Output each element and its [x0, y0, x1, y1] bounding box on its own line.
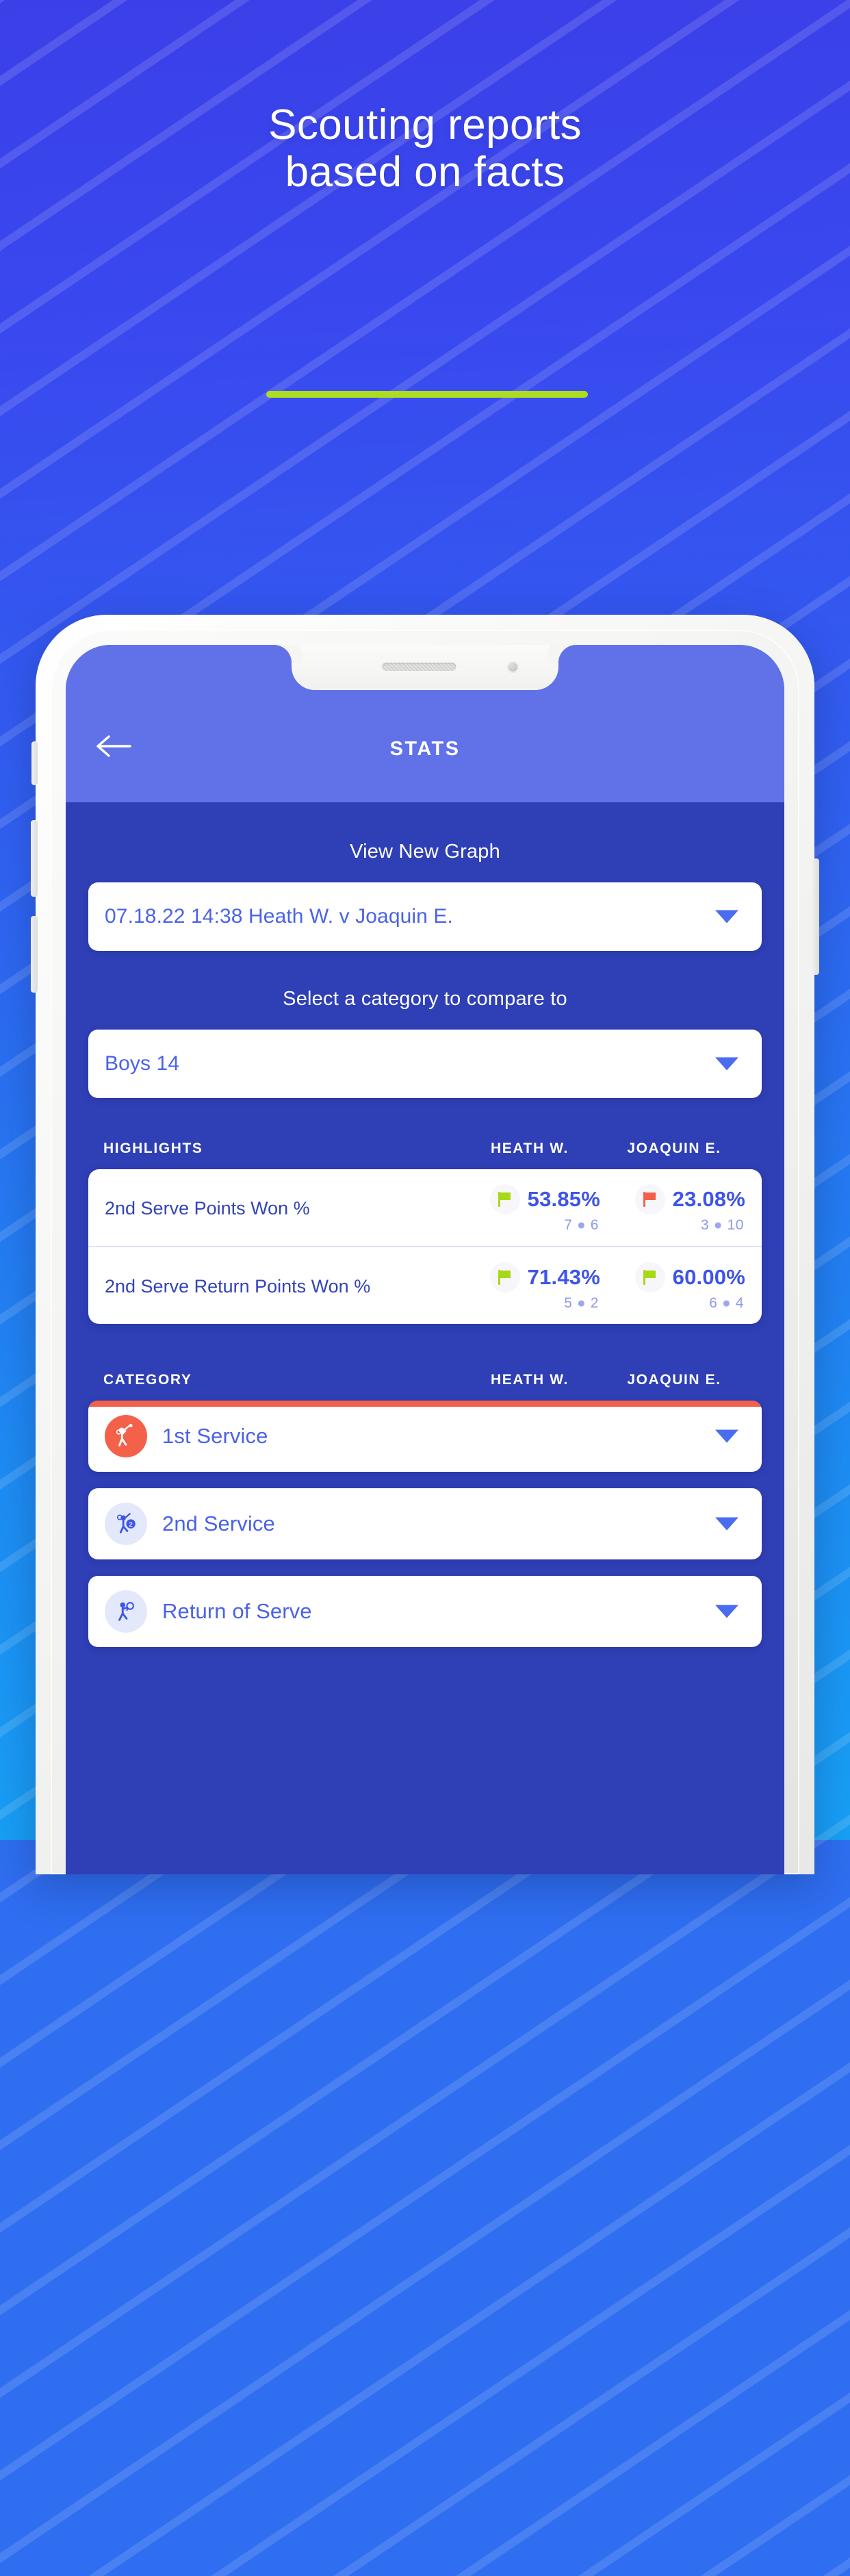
flag-green-icon — [489, 1262, 520, 1292]
category-row-2nd-service[interactable]: 2 2nd Service — [88, 1488, 762, 1559]
category-row-1st-service[interactable]: 1st Service — [88, 1401, 762, 1472]
category-header-player2: JOAQUIN E. — [627, 1372, 721, 1388]
chevron-down-icon[interactable] — [715, 1057, 738, 1071]
table-row[interactable]: 2nd Serve Return Points Won % 71.43% 5 ●… — [88, 1246, 762, 1324]
match-select-value: 07.18.22 14:38 Heath W. v Joaquin E. — [105, 905, 453, 928]
phone-mockup: STATS View New Graph 07.18.22 14:38 Heat… — [31, 615, 819, 1874]
highlights-card: 2nd Serve Points Won % 53.85% 7 ● 6 23.0… — [88, 1169, 762, 1324]
highlight-percent: 53.85% — [527, 1187, 600, 1211]
chevron-down-icon[interactable] — [715, 910, 738, 923]
tennis-return-icon — [105, 1590, 147, 1633]
highlights-header-player2: JOAQUIN E. — [627, 1140, 721, 1156]
phone-volume-down-button[interactable] — [31, 916, 38, 993]
flag-green-icon — [489, 1184, 520, 1214]
app-navbar: STATS — [66, 713, 784, 802]
chevron-down-icon[interactable] — [715, 1605, 738, 1618]
front-camera-icon — [507, 661, 519, 673]
tennis-serve-icon — [105, 1415, 147, 1457]
category-header-category: CATEGORY — [103, 1372, 192, 1388]
highlight-player2-stat: 23.08% 3 ● 10 — [603, 1184, 748, 1234]
phone-screen: STATS View New Graph 07.18.22 14:38 Heat… — [66, 645, 784, 1874]
chevron-down-icon[interactable] — [715, 1429, 738, 1443]
earpiece-speaker-icon — [382, 663, 456, 671]
highlights-header-player1: HEATH W. — [491, 1140, 569, 1156]
page-title: STATS — [389, 738, 461, 760]
highlight-percent: 23.08% — [672, 1187, 745, 1211]
category-column-header: CATEGORY HEATH W. JOAQUIN E. — [88, 1372, 762, 1388]
category-header-player1: HEATH W. — [491, 1372, 569, 1388]
view-new-graph-label: View New Graph — [350, 841, 500, 863]
select-category-label: Select a category to compare to — [283, 988, 567, 1010]
category-select[interactable]: Boys 14 — [88, 1030, 762, 1098]
headline-line-1: Scouting reports — [268, 101, 582, 149]
tennis-serve-2-icon: 2 — [105, 1503, 147, 1545]
category-label: Return of Serve — [162, 1599, 312, 1623]
highlight-player2-stat: 60.00% 6 ● 4 — [603, 1262, 748, 1312]
chevron-down-icon[interactable] — [715, 1517, 738, 1531]
phone-notch — [292, 645, 558, 690]
hero-headline: Scouting reports based on facts — [0, 101, 850, 196]
table-row[interactable]: 2nd Serve Points Won % 53.85% 7 ● 6 23.0… — [88, 1169, 762, 1246]
svg-text:2: 2 — [129, 1521, 132, 1529]
highlight-counts: 5 ● 2 — [564, 1295, 599, 1311]
category-row-return-of-serve[interactable]: Return of Serve — [88, 1576, 762, 1647]
highlight-percent: 60.00% — [672, 1265, 745, 1289]
phone-mute-switch[interactable] — [31, 741, 38, 785]
category-label: 1st Service — [162, 1424, 268, 1448]
phone-volume-up-button[interactable] — [31, 820, 38, 897]
flag-green-icon — [634, 1262, 665, 1292]
category-label: 2nd Service — [162, 1512, 275, 1535]
highlight-name: 2nd Serve Return Points Won % — [105, 1276, 371, 1297]
highlight-counts: 7 ● 6 — [564, 1217, 599, 1233]
highlight-percent: 71.43% — [527, 1265, 600, 1289]
category-select-value: Boys 14 — [105, 1052, 180, 1075]
highlight-player1-stat: 71.43% 5 ● 2 — [459, 1262, 603, 1312]
highlight-player1-stat: 53.85% 7 ● 6 — [459, 1184, 603, 1234]
match-select[interactable]: 07.18.22 14:38 Heath W. v Joaquin E. — [88, 882, 762, 951]
highlights-header-category: HIGHLIGHTS — [103, 1140, 203, 1156]
app-content: View New Graph 07.18.22 14:38 Heath W. v… — [66, 802, 784, 1874]
highlight-counts: 6 ● 4 — [709, 1295, 744, 1311]
headline-accent-rule — [266, 391, 588, 398]
highlights-column-header: HIGHLIGHTS HEATH W. JOAQUIN E. — [88, 1140, 762, 1157]
headline-line-2: based on facts — [285, 149, 565, 196]
category-accent-bar — [88, 1401, 762, 1407]
highlight-counts: 3 ● 10 — [701, 1217, 744, 1233]
highlight-name: 2nd Serve Points Won % — [105, 1198, 310, 1219]
flag-red-icon — [634, 1184, 665, 1214]
phone-power-button[interactable] — [812, 858, 819, 975]
